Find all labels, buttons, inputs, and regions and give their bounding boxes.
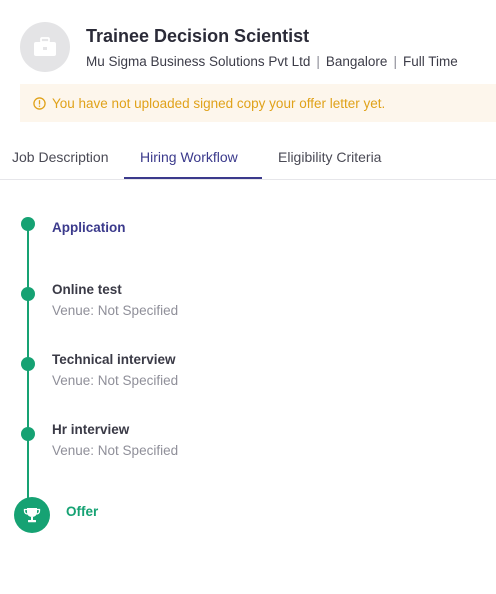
- alert-text: You have not uploaded signed copy your o…: [52, 95, 386, 111]
- job-title: Trainee Decision Scientist: [86, 26, 310, 46]
- step-venue: Venue: Not Specified: [52, 303, 179, 318]
- job-meta: Mu Sigma Business Solutions Pvt Ltd | Bang…: [86, 54, 458, 69]
- company-name: Mu Sigma Business Solutions Pvt Ltd: [86, 54, 311, 69]
- timeline-dot: [21, 287, 35, 301]
- step-title-technical-interview: Technical interview: [52, 352, 176, 367]
- trophy-icon: [23, 508, 41, 523]
- job-location: Bangalore: [325, 54, 388, 69]
- hiring-workflow-timeline: Application Online test Venue: Not Speci…: [0, 180, 496, 580]
- warning-circle-icon: [33, 96, 46, 110]
- job-header: Trainee Decision Scientist Mu Sigma Busi…: [20, 22, 490, 76]
- job-type: Full Time: [402, 54, 458, 69]
- step-title-offer: Offer: [66, 504, 99, 519]
- timeline-dot: [21, 427, 35, 441]
- briefcase-icon: [34, 37, 56, 56]
- meta-separator: |: [393, 54, 397, 69]
- timeline-dot: [21, 357, 35, 371]
- company-logo: [20, 22, 70, 72]
- tab-hiring-workflow[interactable]: Hiring Workflow: [124, 138, 262, 179]
- step-title-hr-interview: Hr interview: [52, 422, 130, 437]
- timeline-dot: [21, 217, 35, 231]
- step-title-application: Application: [52, 220, 126, 235]
- step-venue: Venue: Not Specified: [52, 443, 179, 458]
- tab-job-description[interactable]: Job Description: [12, 138, 109, 179]
- step-title-online-test: Online test: [52, 282, 122, 297]
- offer-step-badge: [14, 497, 50, 533]
- tab-eligibility-criteria[interactable]: Eligibility Criteria: [278, 138, 381, 179]
- meta-separator: |: [316, 54, 320, 69]
- job-tabs: Job Description Hiring Workflow Eligibil…: [0, 138, 496, 180]
- step-venue: Venue: Not Specified: [52, 373, 179, 388]
- offer-letter-alert: You have not uploaded signed copy your o…: [20, 84, 496, 122]
